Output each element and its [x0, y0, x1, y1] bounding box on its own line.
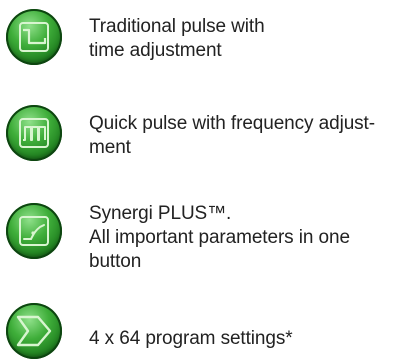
feature-text-line: ment — [89, 137, 131, 158]
feature-text-line: button — [89, 251, 142, 272]
feature-description: Quick pulse with frequency adjust- ment — [89, 112, 375, 160]
feature-text-line: Synergi PLUS™. — [89, 203, 232, 224]
feature-text-line: All important parameters in one — [89, 227, 350, 248]
feature-text-line: 4 x 64 program settings* — [89, 328, 293, 349]
feature-text-line: time adjustment — [89, 40, 222, 61]
feature-text-line: Quick pulse with frequency adjust- — [89, 113, 375, 134]
quick-pulse-button[interactable] — [6, 105, 62, 161]
traditional-pulse-button[interactable] — [6, 9, 62, 65]
program-settings-button[interactable] — [6, 303, 62, 359]
quick-pulse-icon — [19, 118, 49, 148]
feature-description: Traditional pulse with time adjustment — [89, 15, 265, 63]
feature-text-line: Traditional pulse with — [89, 16, 265, 37]
feature-description: Synergi PLUS™. All important parameters … — [89, 202, 350, 274]
feature-description: 4 x 64 program settings* — [89, 327, 293, 351]
synergi-plus-icon — [19, 216, 49, 246]
traditional-pulse-icon — [19, 22, 49, 52]
synergi-plus-button[interactable] — [6, 203, 62, 259]
program-settings-icon — [16, 315, 52, 347]
